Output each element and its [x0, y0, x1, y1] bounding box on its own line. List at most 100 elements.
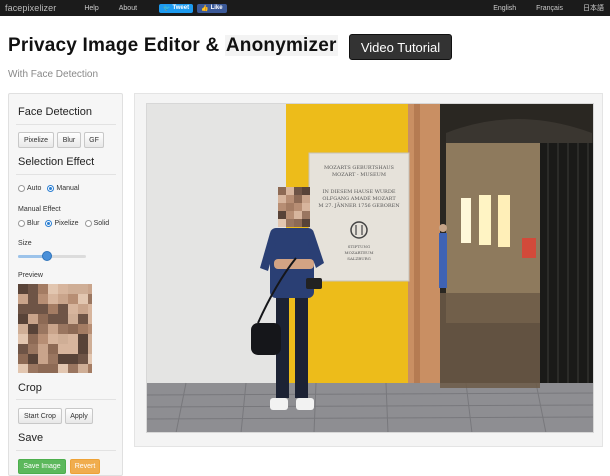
mosaic-block — [78, 334, 88, 344]
twitter-bird-icon: 🐦 — [163, 5, 171, 12]
size-slider-handle[interactable] — [41, 251, 52, 261]
mosaic-block — [78, 284, 88, 294]
mosaic-block — [68, 314, 78, 324]
solid-radio[interactable] — [84, 220, 92, 227]
plaque-line: IN DIESEM HAUSE WURDE — [323, 189, 396, 195]
title-part-1: Privacy Image Editor & — [8, 35, 225, 56]
mosaic-block — [286, 211, 294, 219]
mosaic-block — [68, 354, 78, 364]
manual-radio-label: Manual — [56, 185, 80, 192]
revert-button[interactable]: Revert — [70, 459, 100, 474]
mosaic-block — [68, 304, 78, 314]
nav-about-link[interactable]: About — [119, 5, 137, 12]
detect-blur-button[interactable]: Blur — [57, 132, 81, 148]
mosaic-block — [294, 203, 302, 211]
mosaic-block — [38, 324, 48, 334]
mosaic-block — [278, 203, 286, 211]
plaque-line: MOZARTEUM — [344, 250, 373, 255]
pixelated-face-preview — [18, 284, 92, 373]
plaque-line: MOZARTS GEBURTSHAUS — [324, 165, 394, 171]
preview-label: Preview — [18, 272, 43, 279]
save-image-button[interactable]: Save Image — [18, 459, 66, 474]
pixelated-face-region[interactable] — [278, 187, 310, 227]
mosaic-block — [278, 211, 286, 219]
pixelize-radio[interactable] — [45, 220, 53, 227]
detect-gf-button[interactable]: GF — [84, 132, 104, 148]
controls-panel: Face Detection Pixelize Blur GF Selectio… — [8, 93, 123, 476]
divider — [16, 450, 116, 451]
solid-radio-label: Solid — [93, 220, 110, 227]
mosaic-block — [88, 324, 92, 334]
lang-japanese-link[interactable]: 日本語 — [583, 3, 604, 13]
brand-logo[interactable]: facepixelizer — [5, 3, 56, 13]
mosaic-block — [78, 364, 88, 373]
mosaic-block — [302, 203, 310, 211]
apply-crop-button[interactable]: Apply — [65, 408, 93, 424]
mosaic-block — [38, 284, 48, 294]
mosaic-block — [28, 294, 38, 304]
edited-photo[interactable]: MOZARTS GEBURTSHAUS MOZART - MUSEUM IN D… — [146, 103, 594, 433]
face-detection-title: Face Detection — [18, 106, 92, 118]
plaque-line: STIFTUNG — [348, 244, 371, 249]
mosaic-block — [302, 195, 310, 203]
mosaic-block — [48, 314, 58, 324]
blur-radio[interactable] — [18, 220, 25, 227]
facebook-like-button[interactable]: 👍 Like — [197, 3, 227, 13]
mosaic-block — [48, 304, 58, 314]
mosaic-block — [78, 324, 88, 334]
mosaic-block — [48, 364, 58, 373]
manual-radio[interactable] — [47, 185, 55, 192]
mosaic-block — [38, 314, 48, 324]
lang-english-link[interactable]: English — [493, 5, 516, 12]
lang-french-link[interactable]: Français — [536, 5, 563, 12]
like-label: Like — [210, 5, 223, 11]
mosaic-block — [28, 364, 38, 373]
lamp — [461, 198, 471, 243]
mosaic-block — [294, 187, 302, 195]
mosaic-block — [78, 294, 88, 304]
tweet-button[interactable]: 🐦 Tweet — [159, 3, 194, 13]
start-crop-button[interactable]: Start Crop — [18, 408, 62, 424]
mosaic-block — [68, 324, 78, 334]
mosaic-block — [28, 314, 38, 324]
size-label: Size — [18, 240, 32, 247]
crop-title: Crop — [18, 382, 42, 394]
mosaic-block — [18, 344, 28, 354]
save-title: Save — [18, 432, 44, 444]
auto-radio[interactable] — [18, 185, 25, 192]
lamp — [498, 195, 510, 247]
mosaic-block — [58, 344, 68, 354]
mosaic-block — [302, 219, 310, 227]
nav-help-link[interactable]: Help — [84, 5, 98, 12]
mosaic-block — [278, 195, 286, 203]
divider — [16, 124, 116, 125]
mosaic-block — [38, 354, 48, 364]
mosaic-block — [294, 195, 302, 203]
mosaic-block — [48, 324, 58, 334]
mosaic-block — [38, 364, 48, 373]
pixelize-radio-label: Pixelize — [54, 220, 79, 227]
selection-effect-radios: Auto Manual — [18, 185, 79, 192]
mosaic-block — [28, 334, 38, 344]
mosaic-block — [278, 187, 286, 195]
language-switcher: English Français 日本語 — [493, 0, 610, 16]
size-slider[interactable] — [18, 251, 86, 261]
mosaic-block — [18, 324, 28, 334]
mosaic-block — [58, 284, 68, 294]
mosaic-block — [58, 314, 68, 324]
plaque-line: M 27. JÄNNER 1756 GEBOREN — [318, 202, 400, 209]
mosaic-block — [286, 187, 294, 195]
thumbs-up-icon: 👍 — [201, 5, 209, 12]
detect-pixelize-button[interactable]: Pixelize — [18, 132, 54, 148]
mosaic-block — [78, 314, 88, 324]
mosaic-block — [18, 294, 28, 304]
mosaic-block — [48, 294, 58, 304]
mosaic-block — [48, 334, 58, 344]
video-tutorial-button[interactable]: Video Tutorial — [349, 34, 452, 60]
mosaic-block — [88, 304, 92, 314]
face-preview-image — [18, 284, 92, 373]
title-part-2: Anonymizer — [224, 35, 338, 56]
mosaic-block — [68, 344, 78, 354]
mosaic-block — [88, 334, 92, 344]
photo-scene: MOZARTS GEBURTSHAUS MOZART - MUSEUM IN D… — [146, 103, 594, 433]
